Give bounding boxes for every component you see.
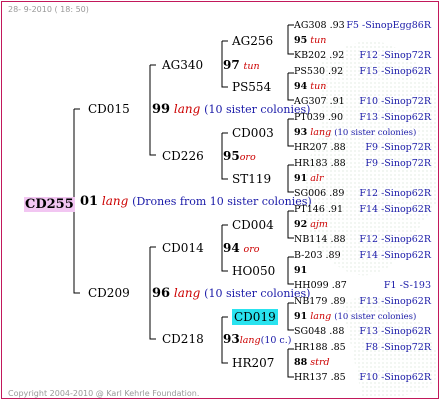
g4-ancestor-line: F1 -S-193 (383, 280, 431, 291)
g3-name[interactable]: CD003 (232, 127, 274, 139)
root-name[interactable]: CD255 (24, 197, 75, 212)
parent-name[interactable]: CD015 (88, 103, 130, 115)
g4-ancestor-line: F9 -Sinop72R (365, 142, 431, 153)
grandparent-name[interactable]: CD014 (162, 242, 204, 254)
grandparent-name[interactable]: CD226 (162, 150, 204, 162)
footer-copyright: Copyright 2004-2010 @ Karl Kehrle Founda… (8, 389, 200, 398)
g3-name[interactable]: ST119 (232, 173, 271, 185)
g4-ancestor-line: F10 -Sinop72R (359, 96, 431, 107)
g4-queen-info: 94 tun (294, 81, 327, 92)
g4-ancestor-line: F5 -SinopEgg86R (346, 20, 431, 31)
grandparent-info: 97 tun (223, 58, 260, 72)
g3-name-selected[interactable]: CD019 (232, 309, 278, 325)
parent-info: 96 lang (10 sister colonies) (152, 286, 311, 301)
g3-name[interactable]: CD004 (232, 219, 274, 231)
g4-ancestor-line: F8 -Sinop72R (365, 342, 431, 353)
parent-info: 99 lang (10 sister colonies) (152, 102, 311, 117)
g3-name[interactable]: HR207 (232, 357, 274, 369)
grandparent-info: 95oro (223, 149, 256, 163)
g4-queen-info: 95 tun (294, 35, 327, 46)
g4-ancestor-line: F13 -Sinop62R (359, 112, 431, 123)
g4-queen-info: 91 (294, 265, 308, 276)
grandparent-name[interactable]: CD218 (162, 333, 204, 345)
g4-queen-info: 91 lang (10 sister colonies) (294, 311, 417, 322)
grandparent-info: 93lang(10 c.) (223, 332, 292, 346)
g4-queen-info: 92 ajm (294, 219, 328, 230)
g3-name[interactable]: AG256 (232, 35, 273, 47)
g4-ancestor-line: F9 -Sinop72R (365, 158, 431, 169)
g4-ancestor-line: F12 -Sinop62R (359, 188, 431, 199)
g4-ancestor-line: F13 -Sinop62R (359, 326, 431, 337)
g4-ancestor-line: F12 -Sinop72R (359, 50, 431, 61)
g4-ancestor-line: F12 -Sinop62R (359, 234, 431, 245)
g4-ancestor-line: F13 -Sinop62R (359, 296, 431, 307)
root-info: 01 lang (Drones from 10 sister colonies) (80, 194, 312, 209)
root-node[interactable]: CD255 (24, 195, 75, 212)
g4-ancestor-line: F15 -Sinop62R (359, 66, 431, 77)
header-date: 28- 9-2010 ( 18: 50) (8, 5, 89, 14)
grandparent-info: 94 oro (223, 241, 260, 255)
g4-queen-info: 91 alr (294, 173, 324, 184)
g4-ancestor-line: F14 -Sinop62R (359, 250, 431, 261)
pedigree-chart: 28- 9-2010 ( 18: 50) CD255 01 lang (Dron… (1, 1, 439, 399)
g3-name[interactable]: PS554 (232, 81, 271, 93)
g3-name[interactable]: HO050 (232, 265, 275, 277)
g4-queen-info: 93 lang (10 sister colonies) (294, 127, 417, 138)
grandparent-name[interactable]: AG340 (162, 59, 203, 71)
parent-name[interactable]: CD209 (88, 287, 130, 299)
g4-queen-info: 88 strd (294, 357, 330, 368)
g4-ancestor-line: F14 -Sinop62R (359, 204, 431, 215)
g4-ancestor-line: F10 -Sinop62R (359, 372, 431, 383)
